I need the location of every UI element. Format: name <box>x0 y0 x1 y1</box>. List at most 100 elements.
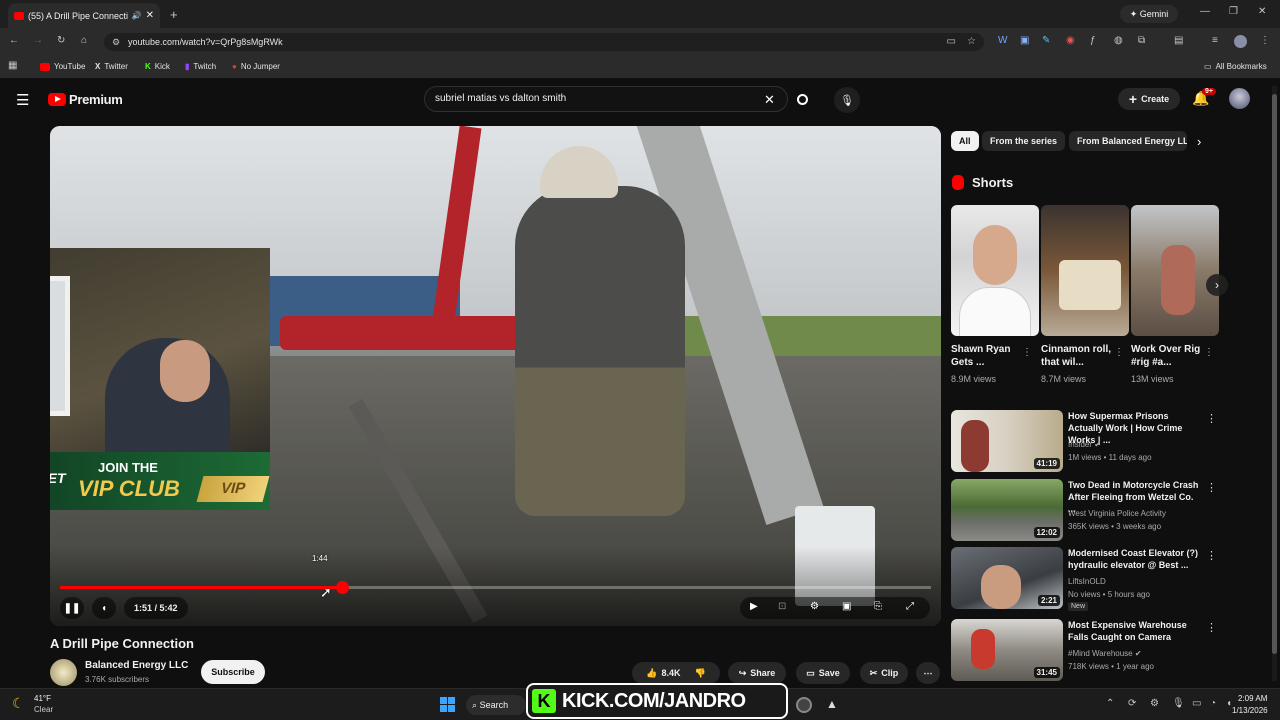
maximize-icon[interactable]: ❐ <box>1229 6 1238 17</box>
extension-icon[interactable]: ▣ <box>1020 35 1029 46</box>
list-item[interactable]: 12:02 Two Dead in Motorcycle Crash After… <box>951 479 1219 541</box>
cast-icon[interactable]: ⎘ <box>874 601 882 612</box>
tab-active[interactable]: (55) A Drill Pipe Connection 🔊 ✕ <box>8 3 160 28</box>
puzzle-icon[interactable]: ⧉ <box>1138 35 1145 46</box>
tray-icon[interactable]: ⟳ <box>1128 698 1136 709</box>
profile-avatar[interactable] <box>1234 35 1247 48</box>
list-item[interactable]: 31:45 Most Expensive Warehouse Falls Cau… <box>951 619 1219 681</box>
chevron-right-icon[interactable]: › <box>1197 134 1201 149</box>
fullscreen-icon[interactable]: ⤢ <box>906 601 914 612</box>
display-icon[interactable]: ▭ <box>1192 698 1201 709</box>
like-button[interactable]: 👍 8.4K <box>646 668 680 679</box>
voice-search-button[interactable]: 🎙 <box>834 87 860 113</box>
search-button[interactable] <box>788 86 816 112</box>
apps-grid-icon[interactable]: ▦ <box>8 60 17 71</box>
app-icon[interactable] <box>796 697 812 713</box>
avatar[interactable] <box>1229 88 1250 109</box>
autoplay-toggle-icon[interactable]: ▶ <box>750 601 758 612</box>
new-tab-icon[interactable]: + <box>170 7 178 22</box>
volume-button[interactable]: ◖ <box>92 597 116 619</box>
chip-from-channel[interactable]: From Balanced Energy LLC <box>1069 131 1187 151</box>
settings-gear-icon[interactable]: ⚙ <box>810 601 819 612</box>
taskbar-search[interactable]: ⌕ Search <box>466 695 526 715</box>
wifi-icon[interactable]: ◔ <box>1210 698 1216 709</box>
short-title[interactable]: Shawn Ryan Gets ... <box>951 343 1033 369</box>
short-thumbnail[interactable] <box>1041 205 1129 336</box>
tray-icon[interactable]: ⚙ <box>1150 698 1159 709</box>
create-button[interactable]: + Create <box>1118 88 1180 110</box>
clip-button[interactable]: ✂ Clip <box>860 662 908 684</box>
channel-avatar[interactable] <box>50 659 77 686</box>
progress-bar[interactable] <box>60 581 931 594</box>
youtube-logo[interactable]: Premium <box>48 92 123 107</box>
extension-icon[interactable]: ◉ <box>1066 35 1075 46</box>
list-item[interactable]: 41:19 How Supermax Prisons Actually Work… <box>951 410 1219 472</box>
more-actions-button[interactable]: ⋯ <box>916 662 940 684</box>
search-input[interactable]: subriel matias vs dalton smith <box>424 86 788 112</box>
extension-icon[interactable]: ƒ <box>1090 35 1096 46</box>
bookmark-youtube[interactable]: YouTube <box>40 62 85 71</box>
kebab-menu-icon[interactable]: ⋮ <box>1260 35 1270 46</box>
video-player[interactable]: ACEBET JOIN THE VIP CLUB VIP 1:44 ➚ ❚❚ ◖… <box>50 126 941 626</box>
clear-search-icon[interactable]: ✕ <box>764 92 775 108</box>
home-icon[interactable]: ⌂ <box>81 35 87 46</box>
extension-icon[interactable]: ✎ <box>1042 35 1050 46</box>
list-item[interactable]: 2:21 Modernised Coast Elevator (?) hydra… <box>951 547 1219 611</box>
dislike-icon[interactable]: 👎 <box>695 668 706 679</box>
shorts-next-button[interactable]: › <box>1206 274 1228 296</box>
speaker-icon[interactable]: 🔊 <box>132 11 142 20</box>
clock-date[interactable]: 1/13/2026 <box>1232 706 1268 715</box>
back-icon[interactable]: ← <box>9 35 19 46</box>
progress-scrubber[interactable] <box>336 581 349 594</box>
short-thumbnail[interactable] <box>1131 205 1219 336</box>
weather-icon[interactable]: ☾ <box>12 695 25 712</box>
reload-icon[interactable]: ↻ <box>57 35 65 46</box>
app-icon[interactable]: ▲ <box>826 697 838 711</box>
more-vert-icon[interactable]: ⋮ <box>1206 412 1217 425</box>
hamburger-menu-icon[interactable]: ☰ <box>16 91 29 109</box>
extension-icon[interactable]: W <box>998 35 1007 46</box>
clock-time[interactable]: 2:09 AM <box>1238 694 1267 703</box>
subtitles-icon[interactable]: ⊡ <box>778 601 786 612</box>
channel-name[interactable]: Balanced Energy LLC <box>85 660 188 671</box>
save-button[interactable]: ▭ Save <box>796 662 850 684</box>
play-pause-button[interactable]: ❚❚ <box>60 597 84 619</box>
cast-icon[interactable]: ▭ <box>947 33 956 51</box>
page-scrollbar[interactable] <box>1272 86 1277 681</box>
more-vert-icon[interactable]: ⋮ <box>1206 481 1217 494</box>
more-vert-icon[interactable]: ⋮ <box>1206 549 1217 562</box>
bookmark-twitch[interactable]: ▮ Twitch <box>185 62 216 71</box>
rec-meta: No views • 5 hours ago <box>1068 590 1150 599</box>
tray-chevron-icon[interactable]: ⌃ <box>1106 698 1114 709</box>
windows-start-icon[interactable] <box>440 697 455 712</box>
bookmark-star-icon[interactable]: ☆ <box>967 33 976 51</box>
bookmark-nojumper[interactable]: ● No Jumper <box>232 62 280 71</box>
site-info-icon[interactable]: ⚙ <box>112 33 120 51</box>
more-vert-icon[interactable]: ⋮ <box>1114 347 1124 358</box>
sidepanel-icon[interactable]: ▤ <box>1174 35 1183 46</box>
address-bar[interactable]: ⚙ youtube.com/watch?v=QrPg8sMgRWk ☆ ▭ <box>104 33 984 51</box>
short-thumbnail[interactable] <box>951 205 1039 336</box>
microphone-icon[interactable]: 🎙 <box>1172 698 1185 709</box>
subscribe-button[interactable]: Subscribe <box>201 660 265 684</box>
all-bookmarks[interactable]: ▭ All Bookmarks <box>1204 62 1267 71</box>
more-vert-icon[interactable]: ⋮ <box>1204 347 1214 358</box>
gemini-button[interactable]: ✦ Gemini <box>1120 5 1178 23</box>
more-vert-icon[interactable]: ⋮ <box>1022 347 1032 358</box>
short-title[interactable]: Cinnamon roll, that wil... <box>1041 343 1123 369</box>
miniplayer-icon[interactable]: ▣ <box>842 601 851 612</box>
close-window-icon[interactable]: ✕ <box>1258 6 1266 17</box>
more-vert-icon[interactable]: ⋮ <box>1206 621 1217 634</box>
share-button[interactable]: ↪ Share <box>728 662 786 684</box>
minimize-icon[interactable]: — <box>1200 6 1210 17</box>
close-tab-icon[interactable]: ✕ <box>146 10 154 21</box>
forward-icon[interactable]: → <box>33 35 43 46</box>
short-title[interactable]: Work Over Rig #rig #a... <box>1131 343 1213 369</box>
chip-all[interactable]: All <box>951 131 979 151</box>
chip-from-series[interactable]: From the series <box>982 131 1066 151</box>
extension-icon[interactable]: ◍ <box>1114 35 1123 46</box>
bookmark-twitter[interactable]: X Twitter <box>95 62 128 71</box>
menu-lines-icon[interactable]: ≡ <box>1212 35 1218 46</box>
scrollbar-thumb[interactable] <box>1272 94 1277 654</box>
bookmark-kick[interactable]: K Kick <box>145 62 170 71</box>
